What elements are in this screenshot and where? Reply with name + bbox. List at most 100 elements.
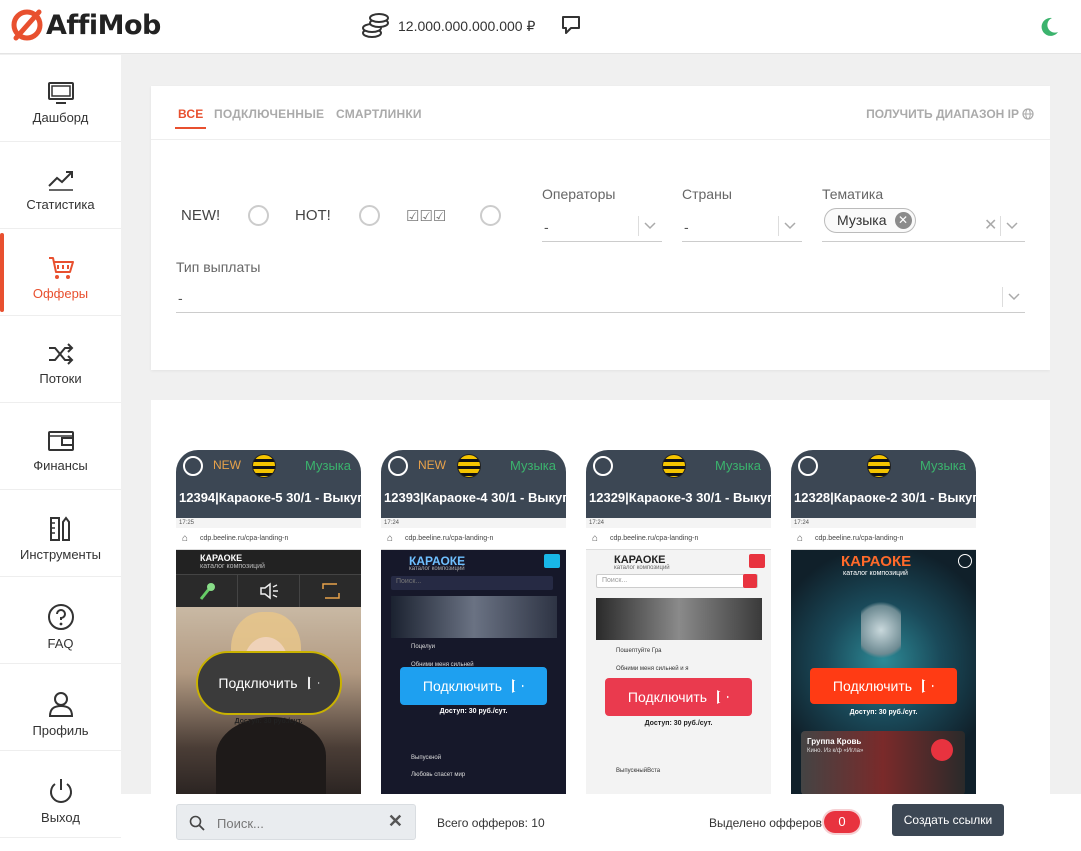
preview-brand: КАРАОКЕ xyxy=(200,553,243,563)
moon-icon[interactable] xyxy=(1038,16,1060,43)
offer-title: 12393|Караоке-4 30/1 - Выкуп xyxy=(384,490,566,505)
connect-button-label: Подключить xyxy=(832,678,913,694)
preview-banner xyxy=(596,598,762,640)
shuffle-icon xyxy=(48,343,73,365)
tab-all[interactable]: ВСЕ xyxy=(174,107,208,129)
chevron-down-icon xyxy=(1006,222,1018,230)
selected-count-badge: 0 xyxy=(824,811,860,833)
speaker-icon xyxy=(238,575,300,607)
monitor-icon xyxy=(47,82,74,104)
preview-search: Поиск... xyxy=(602,577,628,584)
payout-type-label: Тип выплаты xyxy=(176,259,261,275)
preview-banner xyxy=(391,596,557,638)
preview-row: Выпускной xyxy=(411,755,442,761)
logo[interactable]: AffiMob xyxy=(10,8,161,42)
offer-card[interactable]: Музыка 12328|Караоке-2 30/1 - Выкуп 17:2… xyxy=(791,450,976,795)
countries-select[interactable]: - xyxy=(682,212,802,242)
beeline-logo-icon xyxy=(252,454,276,478)
offer-preview: 17:24 cdp.beeline.ru/cpa-landing-n КАРАО… xyxy=(791,518,976,795)
connect-button[interactable]: Подключить xyxy=(810,668,957,704)
sidebar-item-label: Профиль xyxy=(32,723,89,738)
clear-icon[interactable]: ✕ xyxy=(984,215,997,235)
logo-text: AffiMob xyxy=(46,9,161,41)
offer-theme: Музыка xyxy=(305,458,351,473)
sidebar-item-tools[interactable]: Инструменты xyxy=(0,490,121,577)
chevron-down-icon xyxy=(1008,293,1020,301)
connect-button[interactable]: Подключить xyxy=(605,678,752,716)
beeline-logo-icon xyxy=(662,454,686,478)
offer-select-radio[interactable] xyxy=(388,456,408,476)
preview-url: cdp.beeline.ru/cpa-landing-n xyxy=(381,528,566,550)
connect-button-label: Подключить xyxy=(627,689,708,705)
microphone-icon xyxy=(176,575,238,607)
theme-select[interactable]: Музыка ✕ ✕ xyxy=(822,208,1025,242)
tab-smartlinks[interactable]: СМАРТЛИНКИ xyxy=(336,107,422,121)
offer-preview: 17:24 cdp.beeline.ru/cpa-landing-n КАРАО… xyxy=(381,518,566,795)
filter-panel: ВСЕ ПОДКЛЮЧЕННЫЕ СМАРТЛИНКИ ПОЛУЧИТЬ ДИА… xyxy=(151,86,1050,370)
theme-chip: Музыка ✕ xyxy=(824,208,916,233)
tools-icon xyxy=(49,516,70,541)
get-ip-range-link[interactable]: ПОЛУЧИТЬ ДИАПАЗОН IP xyxy=(866,107,1034,121)
sidebar-item-faq[interactable]: FAQ xyxy=(0,577,121,664)
search-input[interactable] xyxy=(217,813,367,833)
create-links-button[interactable]: Создать ссылки xyxy=(892,804,1004,836)
sidebar: Дашборд Статистика Офферы Потоки Финансы… xyxy=(0,55,121,851)
offer-card[interactable]: NEW Музыка 12394|Караоке-5 30/1 - Выкуп … xyxy=(176,450,361,795)
chip-remove-icon[interactable]: ✕ xyxy=(894,212,912,229)
sidebar-item-dashboard[interactable]: Дашборд xyxy=(0,55,121,142)
offer-select-radio[interactable] xyxy=(183,456,203,476)
beeline-logo-icon xyxy=(457,454,481,478)
payout-type-select[interactable]: - xyxy=(176,283,1025,313)
sidebar-item-profile[interactable]: Профиль xyxy=(0,664,121,751)
preview-group: Группа Кровь xyxy=(807,737,862,746)
sidebar-item-finance[interactable]: Финансы xyxy=(0,403,121,490)
page-gutter xyxy=(1050,54,1081,794)
power-icon xyxy=(49,779,72,803)
checks-filter-radio[interactable] xyxy=(480,205,501,226)
preview-row: Обними меня сильней и я xyxy=(616,666,689,672)
new-filter-label: NEW! xyxy=(181,207,221,224)
sidebar-item-logout[interactable]: Выход xyxy=(0,751,121,838)
preview-group-sub: Кино. Из к/ф «Игла» xyxy=(807,748,864,754)
sidebar-item-label: Инструменты xyxy=(19,547,102,562)
offer-select-radio[interactable] xyxy=(798,456,818,476)
sidebar-item-flows[interactable]: Потоки xyxy=(0,316,121,403)
balance-amount: 12.000.000.000.000 ₽ xyxy=(398,17,536,34)
connect-button[interactable]: Подключить xyxy=(400,667,547,705)
offer-card[interactable]: Музыка 12329|Караоке-3 30/1 - Выкуп 17:2… xyxy=(586,450,771,795)
preview-row: ВыпускныйВста xyxy=(616,768,661,774)
preview-subtitle: каталог композиций xyxy=(200,563,265,570)
offer-card[interactable]: NEW Музыка 12393|Караоке-4 30/1 - Выкуп … xyxy=(381,450,566,795)
search-icon xyxy=(189,815,205,831)
payout-type-value: - xyxy=(178,290,183,306)
operators-value: - xyxy=(544,219,549,235)
sidebar-item-offers[interactable]: Офферы xyxy=(0,229,121,316)
preview-statusbar: 17:24 xyxy=(381,518,566,528)
sidebar-item-stats[interactable]: Статистика xyxy=(0,142,121,229)
preview-brand: КАРАОКЕ xyxy=(841,553,912,570)
sidebar-item-label: Офферы xyxy=(32,286,89,301)
preview-subtitle: каталог композиций xyxy=(843,570,908,577)
balance: 12.000.000.000.000 ₽ xyxy=(362,13,535,39)
sidebar-item-label: Дашборд xyxy=(32,110,89,125)
preview-statusbar: 17:24 xyxy=(586,518,771,528)
clear-search-icon[interactable]: ✕ xyxy=(388,811,403,832)
hot-filter-radio[interactable] xyxy=(359,205,380,226)
sidebar-item-label: FAQ xyxy=(47,636,74,651)
checks-filter-label: ☑☑☑ xyxy=(406,208,447,225)
sidebar-item-label: Статистика xyxy=(26,197,95,212)
offer-select-radio[interactable] xyxy=(593,456,613,476)
connect-button[interactable]: Подключить xyxy=(196,651,342,715)
new-badge: NEW xyxy=(213,458,241,472)
microphone-image xyxy=(861,595,901,665)
offer-title: 12394|Караоке-5 30/1 - Выкуп xyxy=(179,490,361,505)
access-price: Доступ: 30 руб./сут. xyxy=(644,720,713,727)
chat-icon[interactable] xyxy=(560,14,582,41)
offer-title: 12328|Караоке-2 30/1 - Выкуп xyxy=(794,490,976,505)
new-badge: NEW xyxy=(418,458,446,472)
new-filter-radio[interactable] xyxy=(248,205,269,226)
operators-select[interactable]: - xyxy=(542,212,662,242)
access-price: Доступ: 30 руб./сут. xyxy=(849,709,918,716)
total-offers: Всего офферов: 10 xyxy=(437,816,545,830)
tab-connected[interactable]: ПОДКЛЮЧЕННЫЕ xyxy=(214,107,324,121)
